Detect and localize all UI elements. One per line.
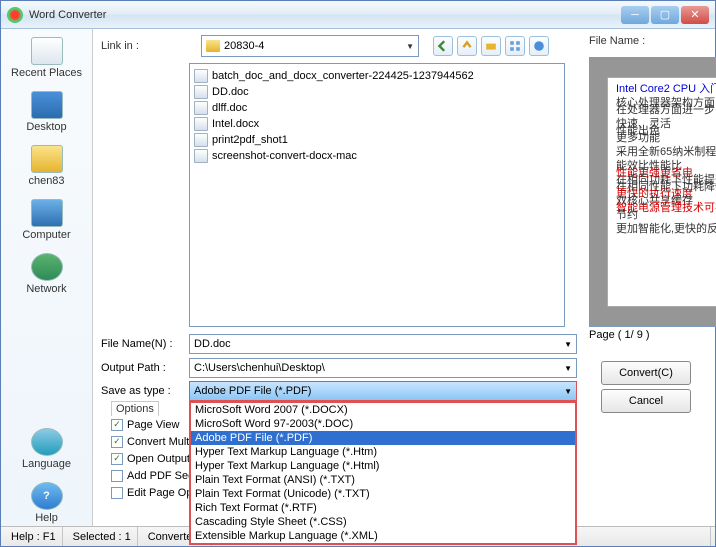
computer-icon	[31, 199, 63, 227]
page-view-checkbox[interactable]: ✓	[111, 419, 123, 431]
convert-multi-checkbox[interactable]: ✓	[111, 436, 123, 448]
sidebar-item-label: Recent Places	[11, 67, 82, 79]
sidebar-item-network[interactable]: Network	[7, 251, 87, 297]
file-name: print2pdf_shot1	[212, 134, 288, 146]
maximize-button[interactable]: ▢	[651, 6, 679, 24]
sidebar-item-recent-places[interactable]: Recent Places	[7, 35, 87, 81]
globe-icon	[31, 428, 63, 456]
dropdown-option[interactable]: MicroSoft Word 2007 (*.DOCX)	[191, 403, 575, 417]
save-as-dropdown[interactable]: MicroSoft Word 2007 (*.DOCX) MicroSoft W…	[189, 401, 577, 545]
sidebar-item-label: Desktop	[26, 121, 66, 133]
chevron-down-icon: ▼	[564, 340, 572, 349]
recent-places-icon	[31, 37, 63, 65]
nav-new-folder-button[interactable]	[481, 36, 501, 56]
help-icon: ?	[31, 482, 63, 510]
path-value: 20830-4	[224, 40, 264, 52]
chevron-down-icon: ▼	[564, 364, 572, 373]
chevron-down-icon: ▼	[564, 387, 572, 396]
edit-page-opt-checkbox[interactable]	[111, 487, 123, 499]
file-name: Intel.docx	[212, 118, 259, 130]
dropdown-option[interactable]: MicroSoft Word 97-2003(*.DOC)	[191, 417, 575, 431]
sidebar-item-user-folder[interactable]: chen83	[7, 143, 87, 189]
list-item[interactable]: batch_doc_and_docx_converter-224425-1237…	[194, 68, 560, 84]
dropdown-option-selected[interactable]: Adobe PDF File (*.PDF)	[191, 431, 575, 445]
options-group-label: Options	[111, 401, 159, 416]
file-icon	[194, 69, 208, 83]
link-in-label: Link in :	[101, 40, 143, 52]
nav-up-button[interactable]	[457, 36, 477, 56]
edit-page-opt-label: Edit Page Opti	[127, 487, 198, 499]
path-select[interactable]: 20830-4 ▼	[201, 35, 419, 57]
file-icon	[194, 117, 208, 131]
file-name: dlff.doc	[212, 102, 247, 114]
filename-value: DD.doc	[194, 338, 231, 350]
sidebar-item-desktop[interactable]: Desktop	[7, 89, 87, 135]
page-info: Page ( 1/ 9 )	[589, 329, 650, 341]
list-item[interactable]: print2pdf_shot1	[194, 132, 560, 148]
file-name: batch_doc_and_docx_converter-224425-1237…	[212, 70, 474, 82]
file-icon	[194, 101, 208, 115]
list-item[interactable]: screenshot-convert-docx-mac	[194, 148, 560, 164]
sidebar-item-label: Language	[22, 458, 71, 470]
convert-button[interactable]: Convert(C)	[601, 361, 691, 385]
sidebar-item-help[interactable]: ? Help	[7, 480, 87, 526]
dropdown-option[interactable]: Hyper Text Markup Language (*.Htm)	[191, 445, 575, 459]
file-icon	[194, 133, 208, 147]
file-list[interactable]: batch_doc_and_docx_converter-224425-1237…	[189, 63, 565, 327]
list-item[interactable]: dlff.doc	[194, 100, 560, 116]
save-as-value: Adobe PDF File (*.PDF)	[194, 385, 311, 397]
output-path-label: Output Path :	[101, 362, 189, 374]
sidebar-item-label: Help	[35, 512, 58, 524]
open-output-checkbox[interactable]: ✓	[111, 453, 123, 465]
save-as-select[interactable]: Adobe PDF File (*.PDF) ▼	[189, 381, 577, 401]
minimize-button[interactable]: ─	[621, 6, 649, 24]
sidebar-item-label: Computer	[22, 229, 70, 241]
preview-page: Intel Core2 CPU 入门 核心处理器架构方面… 在处理器方面进一步……	[607, 77, 716, 307]
output-path-value: C:\Users\chenhui\Desktop\	[194, 362, 325, 374]
output-path-input[interactable]: C:\Users\chenhui\Desktop\ ▼	[189, 358, 577, 378]
cancel-button[interactable]: Cancel	[601, 389, 691, 413]
file-name: DD.doc	[212, 86, 249, 98]
dropdown-option[interactable]: Plain Text Format (ANSI) (*.TXT)	[191, 473, 575, 487]
preview-label: File Name :	[589, 35, 645, 47]
nav-back-button[interactable]	[433, 36, 453, 56]
filename-label: File Name(N) :	[101, 338, 189, 350]
nav-view-button[interactable]	[505, 36, 525, 56]
sidebar-item-label: Network	[26, 283, 66, 295]
save-as-label: Save as type :	[101, 385, 189, 397]
file-icon	[194, 149, 208, 163]
app-icon	[7, 7, 23, 23]
filename-input[interactable]: DD.doc ▼	[189, 334, 577, 354]
page-view-label: Page View	[127, 419, 179, 431]
dropdown-option[interactable]: Cascading Style Sheet (*.CSS)	[191, 515, 575, 529]
add-pdf-sec-checkbox[interactable]	[111, 470, 123, 482]
app-window: Word Converter ─ ▢ ✕ Recent Places Deskt…	[0, 0, 716, 547]
status-selected: Selected : 1	[67, 527, 138, 546]
sidebar: Recent Places Desktop chen83 Computer Ne…	[1, 29, 93, 526]
dropdown-option[interactable]: Extensible Markup Language (*.XML)	[191, 529, 575, 543]
close-button[interactable]: ✕	[681, 6, 709, 24]
preview-pane: Intel Core2 CPU 入门 核心处理器架构方面… 在处理器方面进一步……	[589, 57, 716, 327]
dropdown-option[interactable]: Plain Text Format (Unicode) (*.TXT)	[191, 487, 575, 501]
sidebar-item-computer[interactable]: Computer	[7, 197, 87, 243]
dropdown-option[interactable]: Rich Text Format (*.RTF)	[191, 501, 575, 515]
folder-icon	[206, 40, 220, 52]
dropdown-option[interactable]: Hyper Text Markup Language (*.Html)	[191, 459, 575, 473]
desktop-icon	[31, 91, 63, 119]
titlebar: Word Converter ─ ▢ ✕	[1, 1, 715, 29]
sidebar-item-label: chen83	[28, 175, 64, 187]
window-title: Word Converter	[29, 9, 621, 21]
status-help: Help : F1	[5, 527, 63, 546]
list-item[interactable]: DD.doc	[194, 84, 560, 100]
main-panel: Link in : 20830-4 ▼ batch_doc_and_docx_c…	[93, 29, 715, 526]
chevron-down-icon: ▼	[406, 42, 414, 51]
list-item[interactable]: Intel.docx	[194, 116, 560, 132]
network-icon	[31, 253, 63, 281]
file-icon	[194, 85, 208, 99]
nav-web-button[interactable]	[529, 36, 549, 56]
folder-icon	[31, 145, 63, 173]
sidebar-item-language[interactable]: Language	[7, 426, 87, 472]
file-name: screenshot-convert-docx-mac	[212, 150, 357, 162]
